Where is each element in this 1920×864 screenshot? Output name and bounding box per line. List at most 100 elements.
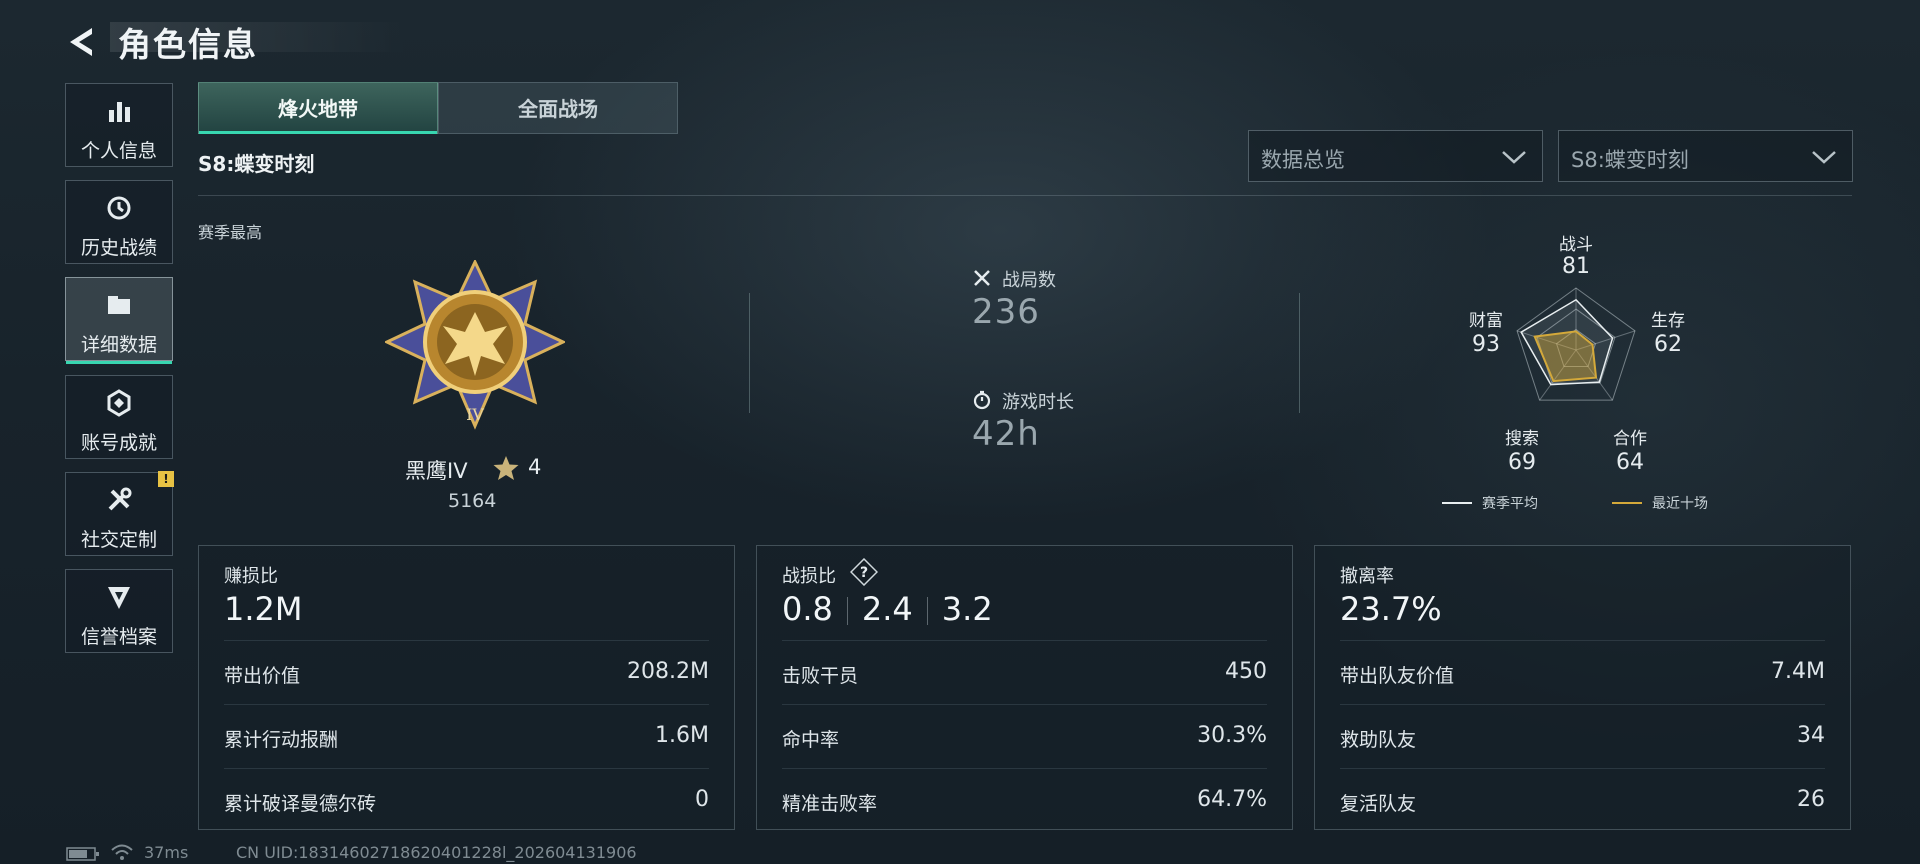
matches-label: 战局数 (1002, 270, 1056, 291)
extract-card: 撤离率 23.7% 带出队友价值 7.4M 救助队友 34 复活队友 26 (1314, 545, 1851, 830)
divider (926, 597, 928, 625)
row-value: 1.6M (655, 723, 709, 748)
extract-title: 撤离率 (1340, 566, 1394, 587)
battery-icon (66, 847, 99, 861)
radar-label-wealth: 财富 (1469, 311, 1503, 331)
table-row: 累计行动报酬 1.6M (224, 704, 709, 769)
radar-value-wealth: 93 (1472, 332, 1500, 357)
row-label: 累计行动报酬 (224, 729, 339, 751)
tab-beacon-zone[interactable]: 烽火地带 (198, 82, 438, 134)
rank-name: 黑鹰IV (405, 459, 468, 483)
kd-value-2: 2.4 (861, 590, 913, 628)
row-value: 26 (1797, 787, 1825, 812)
matches-value: 236 (972, 292, 1040, 332)
season-title: S8:蝶变时刻 (198, 152, 315, 176)
row-value: 7.4M (1771, 659, 1825, 684)
radar-label-search: 搜索 (1505, 429, 1539, 449)
radar-label-combat: 战斗 (1559, 235, 1593, 255)
kd-card: 战损比 0.8 2.4 3.2 击败干员 450 命中率 30.3% 精准击败率 6… (756, 545, 1293, 830)
radar-label-cooperation: 合作 (1613, 429, 1647, 449)
row-label: 累计破译曼德尔砖 (224, 793, 377, 815)
profit-title: 赚损比 (224, 566, 278, 587)
legend-season-avg: 赛季平均 (1482, 496, 1538, 512)
profit-value: 1.2M (224, 590, 303, 628)
row-value: 450 (1225, 659, 1267, 684)
legend-recent: 最近十场 (1652, 496, 1708, 512)
tools-icon (108, 487, 132, 511)
stopwatch-icon (973, 390, 991, 410)
row-label: 复活队友 (1340, 793, 1417, 815)
star-icon (493, 456, 519, 480)
table-row: 精准击败率 64.7% (782, 768, 1267, 833)
kd-values: 0.8 2.4 3.2 (782, 590, 993, 628)
rank-score: 5164 (448, 490, 497, 512)
radar-label-survival: 生存 (1651, 311, 1685, 331)
divider (846, 597, 848, 625)
season-select[interactable]: S8:蝶变时刻 (1558, 130, 1853, 182)
back-arrow-icon[interactable] (62, 22, 102, 62)
user-uid: CN UID:18314602718620401228l_20260413190… (236, 843, 637, 862)
sidebar-item-credit-record[interactable]: 信誉档案 (65, 569, 173, 653)
divider (198, 195, 1852, 196)
sidebar-item-social-customize[interactable]: ! 社交定制 (65, 471, 174, 556)
table-row: 带出队友价值 7.4M (1340, 640, 1825, 705)
sidebar-item-label: 信誉档案 (80, 626, 157, 648)
legend-swatch-recent (1612, 502, 1642, 504)
star-count: 4 (528, 455, 542, 479)
row-label: 精准击败率 (782, 793, 878, 815)
sidebar-item-label: 账号成就 (80, 432, 157, 454)
medal-numeral: IV (466, 405, 484, 424)
ping-value: 37ms (144, 843, 189, 862)
sidebar-item-achievements[interactable]: 账号成就 (65, 375, 173, 459)
playtime-label: 游戏时长 (1002, 392, 1074, 413)
kd-value-3: 3.2 (941, 590, 993, 628)
legend-swatch-season-avg (1442, 502, 1472, 504)
row-value: 30.3% (1197, 723, 1267, 748)
tab-full-battlefield[interactable]: 全面战场 (438, 82, 678, 134)
kd-title: 战损比 (782, 566, 836, 587)
row-label: 击败干员 (782, 665, 859, 687)
wifi-icon (111, 844, 133, 860)
row-label: 带出队友价值 (1340, 665, 1455, 687)
radar-value-cooperation: 64 (1616, 450, 1644, 475)
sidebar-item-history[interactable]: 历史战绩 (65, 180, 173, 264)
row-value: 0 (695, 787, 709, 812)
rank-medal-icon: IV (385, 260, 565, 430)
row-label: 救助队友 (1340, 729, 1417, 751)
view-select-value: 数据总览 (1261, 148, 1345, 172)
folder-icon (108, 296, 130, 314)
credit-icon (108, 587, 130, 609)
row-label: 命中率 (782, 729, 840, 751)
chevron-down-icon (1502, 151, 1526, 164)
divider (1299, 293, 1300, 413)
sidebar-item-label: 社交定制 (80, 529, 157, 551)
help-icon[interactable]: ? (850, 558, 878, 586)
table-row: 累计破译曼德尔砖 0 (224, 768, 709, 833)
radar-value-search: 69 (1508, 450, 1536, 475)
table-row: 复活队友 26 (1340, 768, 1825, 833)
divider (749, 293, 750, 413)
radar-value-combat: 81 (1562, 254, 1590, 279)
history-icon (107, 196, 131, 220)
table-row: 击败干员 450 (782, 640, 1267, 705)
crossed-swords-icon (974, 270, 990, 286)
sidebar-item-label: 详细数据 (80, 334, 157, 356)
view-select[interactable]: 数据总览 (1248, 130, 1543, 182)
svg-text:?: ? (860, 565, 868, 581)
profit-card: 赚损比 1.2M 带出价值 208.2M 累计行动报酬 1.6M 累计破译曼德尔… (198, 545, 735, 830)
table-row: 命中率 30.3% (782, 704, 1267, 769)
row-value: 64.7% (1197, 787, 1267, 812)
chevron-down-icon (1812, 151, 1836, 164)
page-title: 角色信息 (118, 25, 258, 64)
table-row: 救助队友 34 (1340, 704, 1825, 769)
kd-value-1: 0.8 (782, 590, 833, 628)
sidebar-item-personal-info[interactable]: 个人信息 (65, 83, 173, 167)
table-row: 带出价值 208.2M (224, 640, 709, 705)
row-value: 208.2M (627, 659, 709, 684)
playtime-value: 42h (972, 414, 1040, 454)
radar-value-survival: 62 (1654, 332, 1682, 357)
row-label: 带出价值 (224, 665, 301, 687)
season-select-value: S8:蝶变时刻 (1571, 148, 1689, 172)
sidebar-item-detailed-data[interactable]: 详细数据 (65, 277, 173, 364)
season-best-label: 赛季最高 (198, 223, 263, 242)
